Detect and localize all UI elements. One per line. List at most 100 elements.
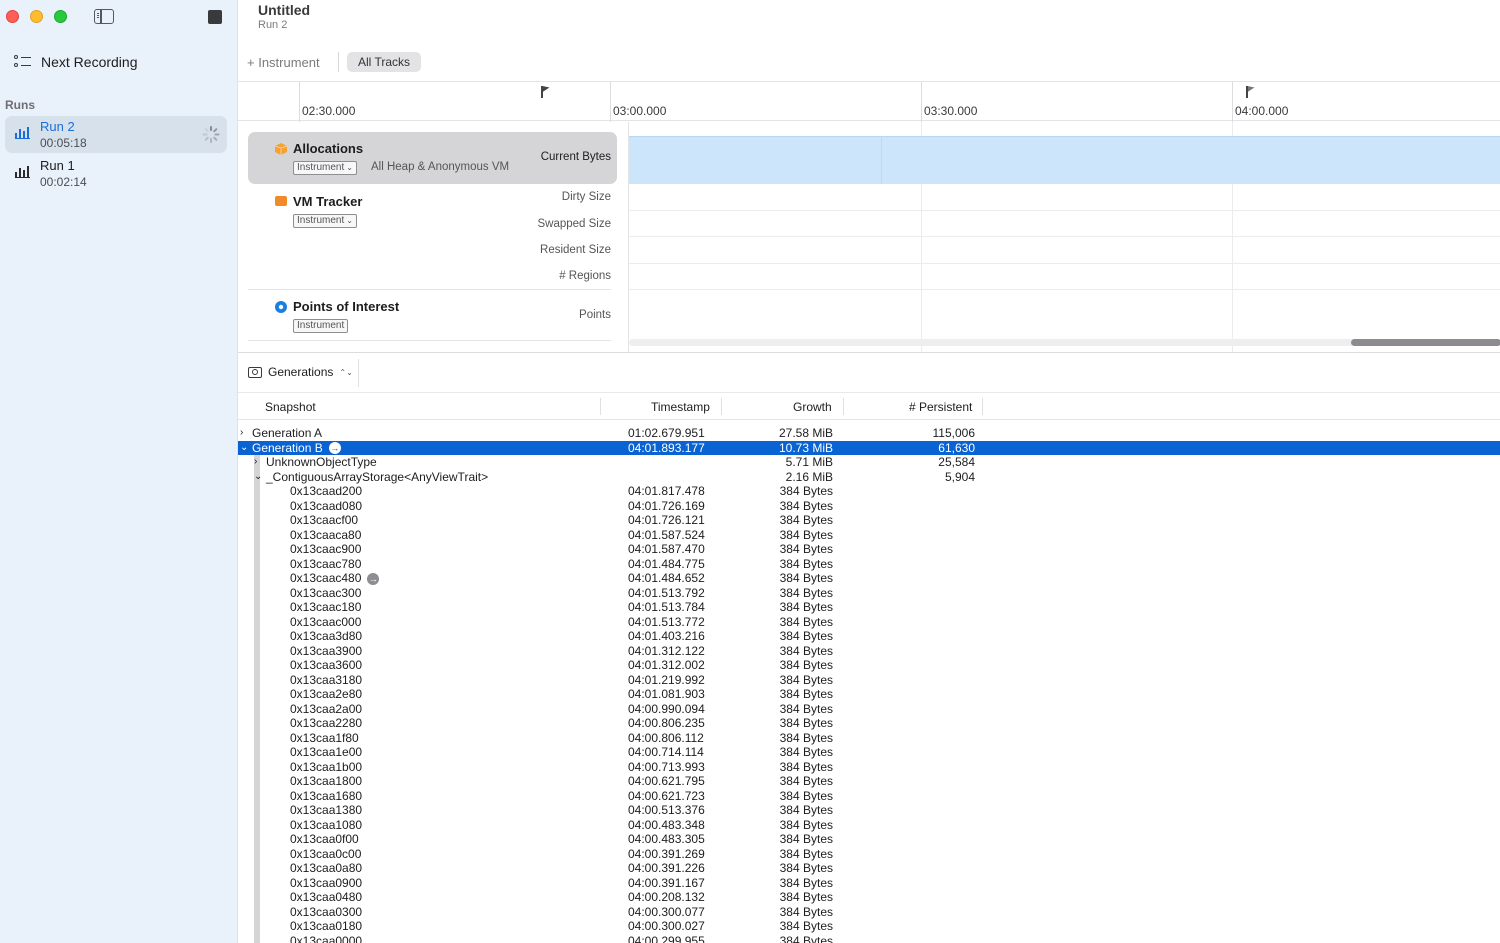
table-row[interactable]: 0x13caad200 04:01.817.478 384 Bytes (238, 484, 1500, 499)
column-divider[interactable] (600, 398, 601, 415)
disclosure-collapsed-icon[interactable]: › (240, 426, 250, 441)
column-divider[interactable] (721, 398, 722, 415)
table-row[interactable]: 0x13caa2e80 04:01.081.903 384 Bytes (238, 687, 1500, 702)
table-row[interactable]: 0x13caa1080 04:00.483.348 384 Bytes (238, 818, 1500, 833)
table-row[interactable]: 0x13caa1380 04:00.513.376 384 Bytes (238, 803, 1500, 818)
growth-cell: 384 Bytes (779, 658, 833, 672)
timestamp-cell: 04:01.403.216 (628, 629, 705, 643)
table-row[interactable]: 0x13caa0900 04:00.391.167 384 Bytes (238, 876, 1500, 891)
close-window-button[interactable] (6, 10, 19, 23)
table-row[interactable]: 0x13caa3900 04:01.312.122 384 Bytes (238, 644, 1500, 659)
instrument-dropdown[interactable]: Instrument ⌄ (293, 161, 357, 175)
table-row[interactable]: 0x13caac180 04:01.513.784 384 Bytes (238, 600, 1500, 615)
disclosure-expanded-icon[interactable]: ⌄ (240, 441, 250, 456)
tracks-area: Allocations Instrument ⌄ All Heap & Anony… (238, 122, 1500, 352)
table-row[interactable]: 0x13caa0f00 04:00.483.305 384 Bytes (238, 832, 1500, 847)
table-row[interactable]: 0x13caa3600 04:01.312.002 384 Bytes (238, 658, 1500, 673)
table-row[interactable]: 0x13caa2a00 04:00.990.094 384 Bytes (238, 702, 1500, 717)
column-header-growth[interactable]: Growth (793, 400, 832, 414)
table-row[interactable]: 0x13caa1f80 04:00.806.112 384 Bytes (238, 731, 1500, 746)
scrollbar-thumb[interactable] (1351, 339, 1500, 346)
go-to-detail-arrow-icon[interactable]: → (328, 442, 341, 455)
table-row[interactable]: 0x13caac900 04:01.587.470 384 Bytes (238, 542, 1500, 557)
timestamp-cell: 04:01.484.775 (628, 556, 705, 571)
run-item-2[interactable]: Run 2 00:05:18 (5, 116, 227, 153)
snapshot-name: 0x13caac000 (290, 614, 362, 629)
go-to-detail-arrow-icon[interactable]: → (367, 572, 380, 585)
track-allocations[interactable]: Allocations Instrument ⌄ All Heap & Anony… (248, 132, 617, 184)
table-row[interactable]: 0x13caa2280 04:00.806.235 384 Bytes (238, 716, 1500, 731)
table-row[interactable]: 0x13caa1680 04:00.621.723 384 Bytes (238, 789, 1500, 804)
run-item-1[interactable]: Run 1 00:02:14 (5, 155, 227, 192)
table-row[interactable]: › UnknownObjectType 5.71 MiB 25,584 (238, 455, 1500, 470)
bar-chart-icon (15, 166, 30, 178)
growth-cell: 10.73 MiB (778, 440, 833, 455)
camera-icon (248, 366, 262, 378)
table-row[interactable]: 0x13caa0180 04:00.300.027 384 Bytes (238, 919, 1500, 934)
table-row[interactable]: ⌄ _ContiguousArrayStorage<AnyViewTrait> 2.… (238, 470, 1500, 485)
ruler-tick (299, 82, 300, 122)
table-row[interactable]: ⌄ Generation B → 04:01.893.177 10.73 MiB 61,6… (238, 440, 1500, 456)
snapshot-name: 0x13caa0f00 (290, 832, 359, 846)
snapshot-name: 0x13caac900 (290, 542, 362, 556)
generations-mode-popup[interactable]: Generations ⌃⌄ (248, 365, 353, 379)
table-row[interactable]: 0x13caa0000 04:00.299.955 384 Bytes (238, 934, 1500, 943)
timestamp-cell: 04:01.587.524 (628, 527, 705, 542)
growth-cell: 384 Bytes (779, 643, 833, 658)
track-points-of-interest[interactable]: Points of Interest Instrument Points (248, 290, 617, 340)
snapshot-name: _ContiguousArrayStorage<AnyViewTrait> (266, 469, 489, 484)
runs-section-label: Runs (5, 98, 35, 112)
up-down-chevron-icon: ⌃⌄ (339, 367, 353, 377)
table-row[interactable]: 0x13caa1b00 04:00.713.993 384 Bytes (238, 760, 1500, 775)
instrument-dropdown[interactable]: Instrument ⌄ (293, 214, 357, 228)
timeline-ruler[interactable]: 02:30.000 03:00.000 03:30.000 04:00.000 (238, 81, 1500, 122)
track-graph-area[interactable] (628, 122, 1500, 352)
table-row[interactable]: 0x13caaca80 04:01.587.524 384 Bytes (238, 528, 1500, 543)
table-row[interactable]: 0x13caac000 04:01.513.772 384 Bytes (238, 615, 1500, 630)
column-divider[interactable] (843, 398, 844, 415)
flag-icon[interactable] (1246, 86, 1255, 98)
zoom-window-button[interactable] (54, 10, 67, 23)
timestamp-cell: 04:00.300.027 (628, 919, 705, 933)
next-recording-item[interactable]: Next Recording (14, 54, 138, 70)
table-row[interactable]: 0x13caad080 04:01.726.169 384 Bytes (238, 499, 1500, 514)
table-row[interactable]: 0x13caac480 → 04:01.484.652 384 Bytes (238, 571, 1500, 586)
disclosure-expanded-icon[interactable]: ⌄ (254, 470, 264, 485)
timestamp-cell: 04:01.219.992 (628, 672, 705, 687)
document-title: Untitled (258, 2, 311, 18)
lane-label: Dirty Size (561, 191, 611, 203)
table-row[interactable]: 0x13caa0a80 04:00.391.226 384 Bytes (238, 861, 1500, 876)
growth-cell: 384 Bytes (779, 498, 833, 513)
table-row[interactable]: › Generation A 01:02.679.951 27.58 MiB 115,0… (238, 426, 1500, 441)
table-row[interactable]: 0x13caa1e00 04:00.714.114 384 Bytes (238, 745, 1500, 760)
table-row[interactable]: 0x13caa0c00 04:00.391.269 384 Bytes (238, 847, 1500, 862)
table-row[interactable]: 0x13caac300 04:01.513.792 384 Bytes (238, 586, 1500, 601)
flag-icon[interactable] (541, 86, 550, 98)
column-divider[interactable] (982, 398, 983, 415)
disclosure-collapsed-icon[interactable]: › (254, 455, 264, 470)
table-row[interactable]: 0x13caa3d80 04:01.403.216 384 Bytes (238, 629, 1500, 644)
instrument-dropdown[interactable]: Instrument (293, 319, 349, 333)
minimize-window-button[interactable] (30, 10, 43, 23)
persistent-cell: 5,904 (944, 469, 975, 484)
column-header-persistent[interactable]: # Persistent (909, 400, 972, 414)
ruler-tick (1232, 82, 1233, 122)
table-row[interactable]: 0x13caa0480 04:00.208.132 384 Bytes (238, 890, 1500, 905)
snapshot-name: 0x13caac780 (290, 556, 362, 571)
table-row[interactable]: 0x13caa0300 04:00.300.077 384 Bytes (238, 905, 1500, 920)
table-row[interactable]: 0x13caa3180 04:01.219.992 384 Bytes (238, 673, 1500, 688)
timeline-scrollbar[interactable] (629, 339, 1500, 346)
timestamp-cell: 04:01.893.177 (628, 440, 705, 455)
column-header-snapshot[interactable]: Snapshot (265, 400, 316, 414)
track-vm-tracker[interactable]: VM Tracker Instrument ⌄ Dirty Size Swappe… (248, 184, 617, 289)
table-row[interactable]: 0x13caacf00 04:01.726.121 384 Bytes (238, 513, 1500, 528)
table-row[interactable]: 0x13caac780 04:01.484.775 384 Bytes (238, 557, 1500, 572)
stop-recording-button[interactable] (208, 10, 222, 24)
timestamp-cell: 04:00.391.269 (628, 846, 705, 861)
sidebar-toggle-icon[interactable] (94, 9, 114, 24)
column-header-timestamp[interactable]: Timestamp (651, 400, 710, 414)
table-row[interactable]: 0x13caa1800 04:00.621.795 384 Bytes (238, 774, 1500, 789)
add-instrument-button[interactable]: + Instrument (247, 55, 320, 70)
growth-cell: 384 Bytes (779, 788, 833, 803)
all-tracks-button[interactable]: All Tracks (347, 52, 422, 72)
